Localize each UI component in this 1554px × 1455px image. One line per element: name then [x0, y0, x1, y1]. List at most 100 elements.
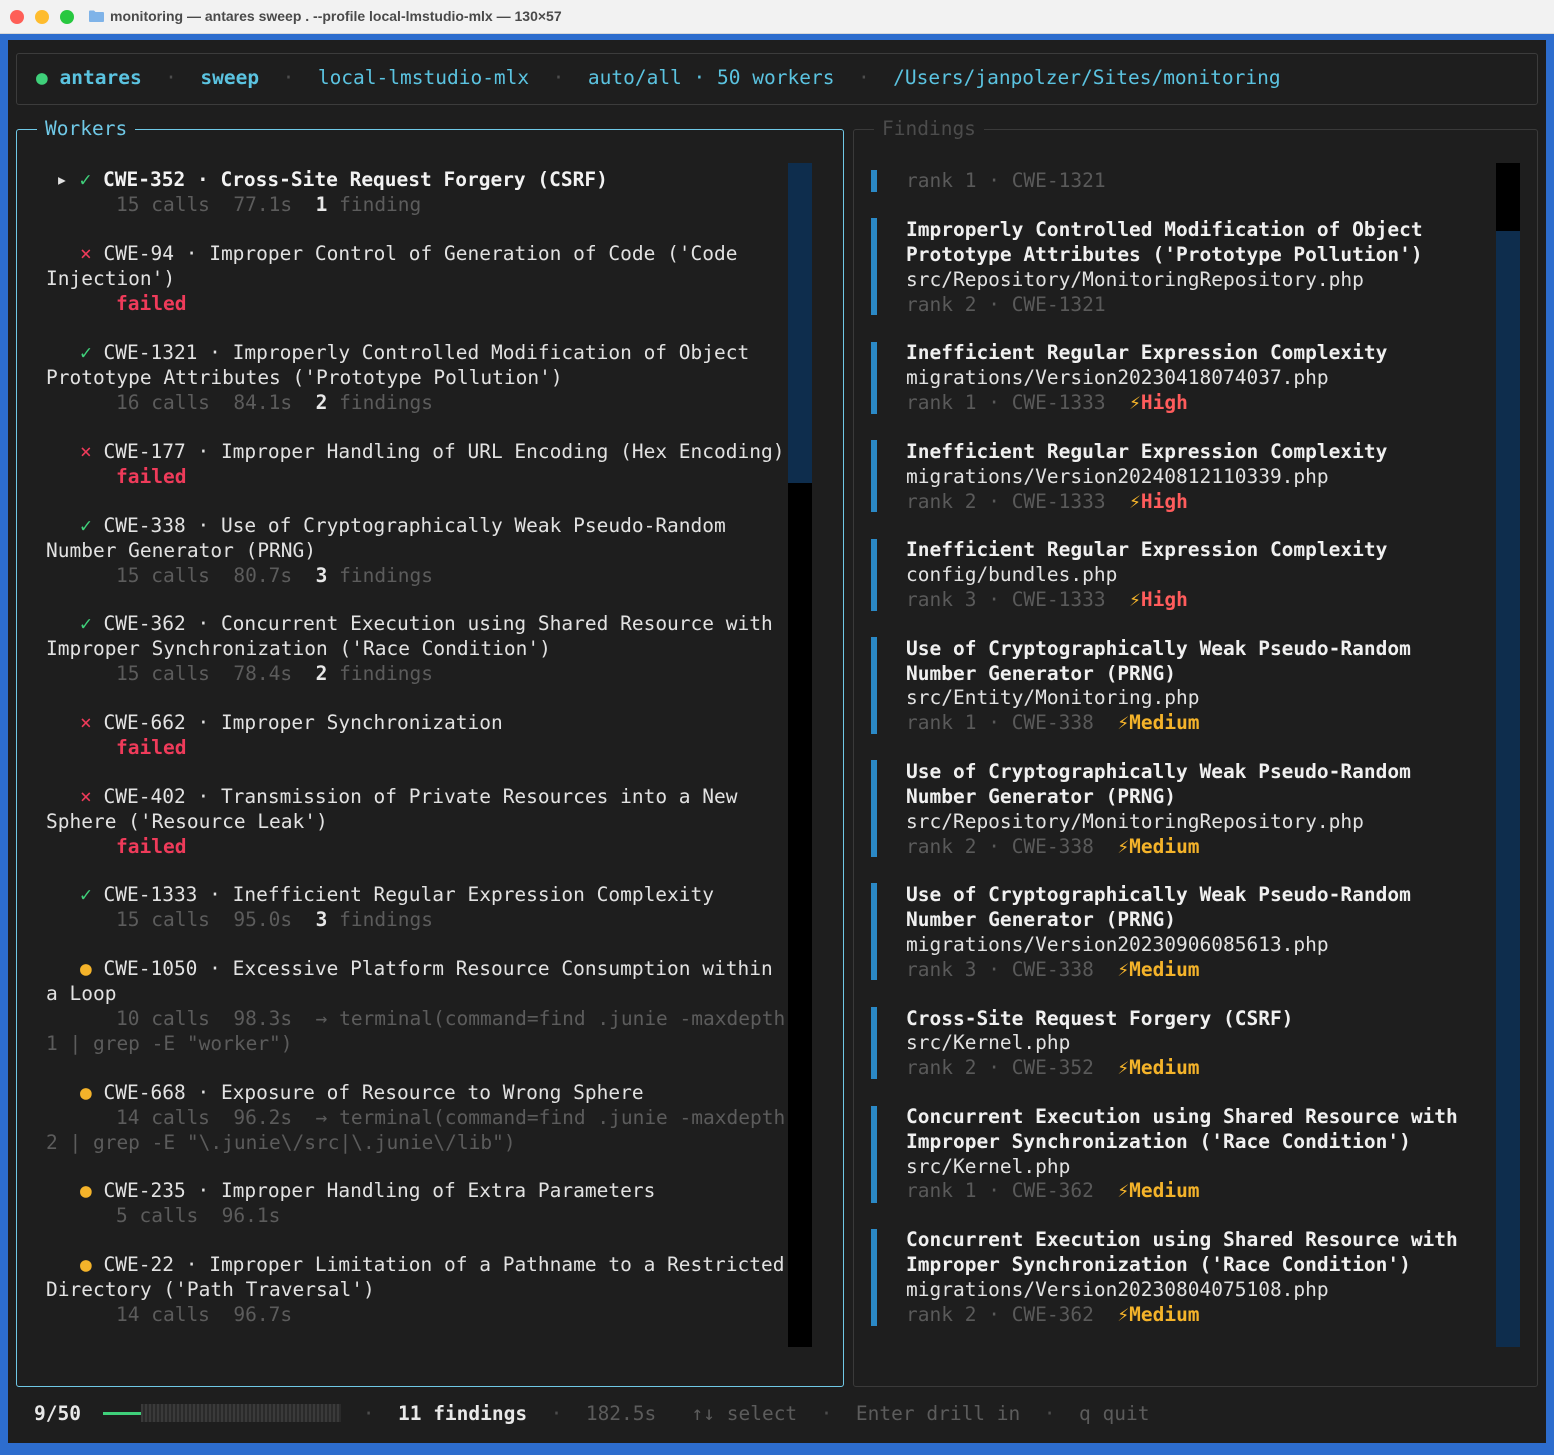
worker-name-cont: Prototype Attributes ('Prototype Polluti… — [46, 366, 563, 389]
finding-title[interactable]: Concurrent Execution using Shared Resour… — [906, 1228, 1458, 1253]
close-window-button[interactable] — [10, 10, 24, 24]
worker-stats: 14 calls 96.7s — [116, 1303, 293, 1326]
dot-icon: ● — [80, 1253, 92, 1276]
cross-icon: × — [80, 711, 92, 734]
lightning-icon: ⚡ — [1117, 835, 1130, 858]
progress-count: 9/50 — [34, 1402, 81, 1425]
finding-title[interactable]: Use of Cryptographically Weak Pseudo-Ran… — [906, 637, 1411, 662]
worker-status-failed: failed — [116, 835, 187, 858]
finding-title[interactable]: Use of Cryptographically Weak Pseudo-Ran… — [906, 760, 1411, 785]
finding-path: migrations/Version20240812110339.php — [906, 465, 1329, 488]
finding-title-cont[interactable]: Improper Synchronization ('Race Conditio… — [906, 1130, 1411, 1155]
worker-activity-cont: 1 | grep -E "worker") — [46, 1032, 293, 1055]
finding-path: src/Repository/MonitoringRepository.php — [906, 268, 1364, 291]
worker-name-cont: Number Generator (PRNG) — [46, 539, 317, 562]
finding-title-cont[interactable]: Improper Synchronization ('Race Conditio… — [906, 1253, 1411, 1278]
worker-status-failed: failed — [116, 465, 187, 488]
findings-scrollbar[interactable] — [1496, 163, 1520, 1347]
worker-name-cont: Directory ('Path Traversal') — [46, 1278, 375, 1301]
worker-stats: 16 calls 84.1s 2 findings — [116, 391, 434, 414]
finding-path: migrations/Version20230418074037.php — [906, 366, 1329, 389]
finding-title[interactable]: Improperly Controlled Modification of Ob… — [906, 218, 1423, 243]
worker-status-failed: failed — [116, 292, 187, 315]
finding-marker — [871, 883, 877, 980]
findings-scrollbar-thumb[interactable] — [1496, 163, 1520, 231]
worker-row[interactable]: ✓ CWE-362 · Concurrent Execution using S… — [80, 612, 773, 637]
finding-title[interactable]: Inefficient Regular Expression Complexit… — [906, 341, 1387, 366]
finding-path: src/Kernel.php — [906, 1155, 1071, 1178]
workers-panel-title: Workers — [37, 117, 136, 141]
finding-title[interactable]: Inefficient Regular Expression Complexit… — [906, 538, 1387, 563]
lightning-icon: ⚡ — [1117, 958, 1130, 981]
terminal-frame: ● antares · sweep · local-lmstudio-mlx ·… — [0, 34, 1554, 1455]
profile-label: local-lmstudio-mlx — [317, 66, 530, 89]
check-icon: ✓ — [80, 341, 92, 364]
worker-row[interactable]: × CWE-177 · Improper Handling of URL Enc… — [80, 440, 784, 465]
worker-row[interactable]: ✓ CWE-1321 · Improperly Controlled Modif… — [80, 341, 749, 366]
finding-title-cont[interactable]: Number Generator (PRNG) — [906, 662, 1176, 687]
finding-title[interactable]: Cross-Site Request Forgery (CSRF) — [906, 1007, 1293, 1032]
worker-row[interactable]: ✓ CWE-1333 · Inefficient Regular Express… — [80, 883, 714, 908]
finding-marker — [871, 170, 877, 192]
check-icon: ✓ — [80, 883, 92, 906]
finding-rank: rank 1 · CWE-1333 ⚡High — [906, 391, 1188, 414]
worker-stats: 15 calls 95.0s 3 findings — [116, 908, 434, 931]
worker-name-cont: a Loop — [46, 982, 117, 1005]
finding-rank: rank 2 · CWE-1333 ⚡High — [906, 490, 1188, 513]
cross-icon: × — [80, 440, 92, 463]
project-path: /Users/janpolzer/Sites/monitoring — [893, 66, 1281, 89]
lightning-icon: ⚡ — [1129, 391, 1141, 414]
finding-rank: rank 2 · CWE-1321 — [906, 293, 1106, 316]
mode-label: sweep — [200, 66, 260, 89]
worker-name-cont: Sphere ('Resource Leak') — [46, 810, 328, 833]
finding-path: src/Kernel.php — [906, 1031, 1071, 1054]
finding-marker — [871, 1229, 877, 1326]
worker-activity-cont: 2 | grep -E "\.junie\/src|\.junie\/lib") — [46, 1131, 516, 1154]
worker-row[interactable]: × CWE-94 · Improper Control of Generatio… — [80, 242, 738, 267]
worker-row[interactable]: ● CWE-235 · Improper Handling of Extra P… — [80, 1179, 655, 1204]
lightning-icon: ⚡ — [1129, 588, 1141, 611]
worker-row[interactable]: ● CWE-1050 · Excessive Platform Resource… — [80, 957, 773, 982]
finding-marker — [871, 539, 877, 611]
check-icon: ✓ — [80, 514, 92, 537]
finding-rank: rank 2 · CWE-362 ⚡Medium — [906, 1303, 1200, 1326]
finding-marker — [871, 218, 877, 315]
worker-status-failed: failed — [116, 736, 187, 759]
finding-path: src/Entity/Monitoring.php — [906, 686, 1200, 709]
worker-row-selected[interactable]: ▸ ✓ CWE-352 · Cross-Site Request Forgery… — [56, 168, 608, 193]
minimize-window-button[interactable] — [35, 10, 49, 24]
findings-panel-title: Findings — [874, 117, 984, 141]
workers-scrollbar-thumb[interactable] — [788, 163, 812, 483]
finding-title[interactable]: Use of Cryptographically Weak Pseudo-Ran… — [906, 883, 1411, 908]
finding-title[interactable]: Concurrent Execution using Shared Resour… — [906, 1105, 1458, 1130]
worker-row[interactable]: × CWE-402 · Transmission of Private Reso… — [80, 785, 738, 810]
zoom-window-button[interactable] — [60, 10, 74, 24]
finding-rank: rank 1 · CWE-338 ⚡Medium — [906, 711, 1200, 734]
finding-path: migrations/Version20230804075108.php — [906, 1278, 1329, 1301]
finding-title[interactable]: Inefficient Regular Expression Complexit… — [906, 440, 1387, 465]
terminal-screen[interactable]: ● antares · sweep · local-lmstudio-mlx ·… — [8, 40, 1546, 1443]
triangle-right-icon: ▸ — [56, 168, 68, 191]
finding-rank: rank 3 · CWE-1333 ⚡High — [906, 588, 1188, 611]
worker-row[interactable]: ● CWE-22 · Improper Limitation of a Path… — [80, 1253, 784, 1278]
window-titlebar: monitoring — antares sweep . --profile l… — [0, 0, 1554, 34]
quit-hint: q quit — [1079, 1402, 1150, 1425]
dot-icon: ● — [80, 1179, 92, 1202]
finding-marker — [871, 637, 877, 734]
lightning-icon: ⚡ — [1117, 711, 1130, 734]
status-dot-icon: ● — [36, 66, 48, 89]
finding-rank: rank 2 · CWE-338 ⚡Medium — [906, 835, 1200, 858]
worker-row[interactable]: × CWE-662 · Improper Synchronization — [80, 711, 503, 736]
worker-row[interactable]: ✓ CWE-338 · Use of Cryptographically Wea… — [80, 514, 726, 539]
finding-title-cont[interactable]: Number Generator (PRNG) — [906, 908, 1176, 933]
finding-title-cont[interactable]: Prototype Attributes ('Prototype Polluti… — [906, 243, 1423, 268]
worker-name-cont: Injection') — [46, 267, 176, 290]
findings-count: 11 findings — [397, 1402, 528, 1425]
finding-rank: rank 1 · CWE-362 ⚡Medium — [906, 1179, 1200, 1202]
finding-title-cont[interactable]: Number Generator (PRNG) — [906, 785, 1176, 810]
finding-marker — [871, 1106, 877, 1203]
worker-row[interactable]: ● CWE-668 · Exposure of Resource to Wron… — [80, 1081, 644, 1106]
lightning-icon: ⚡ — [1117, 1303, 1130, 1326]
worker-stats: 15 calls 77.1s 1 finding — [116, 193, 422, 216]
finding-rank: rank 3 · CWE-338 ⚡Medium — [906, 958, 1200, 981]
